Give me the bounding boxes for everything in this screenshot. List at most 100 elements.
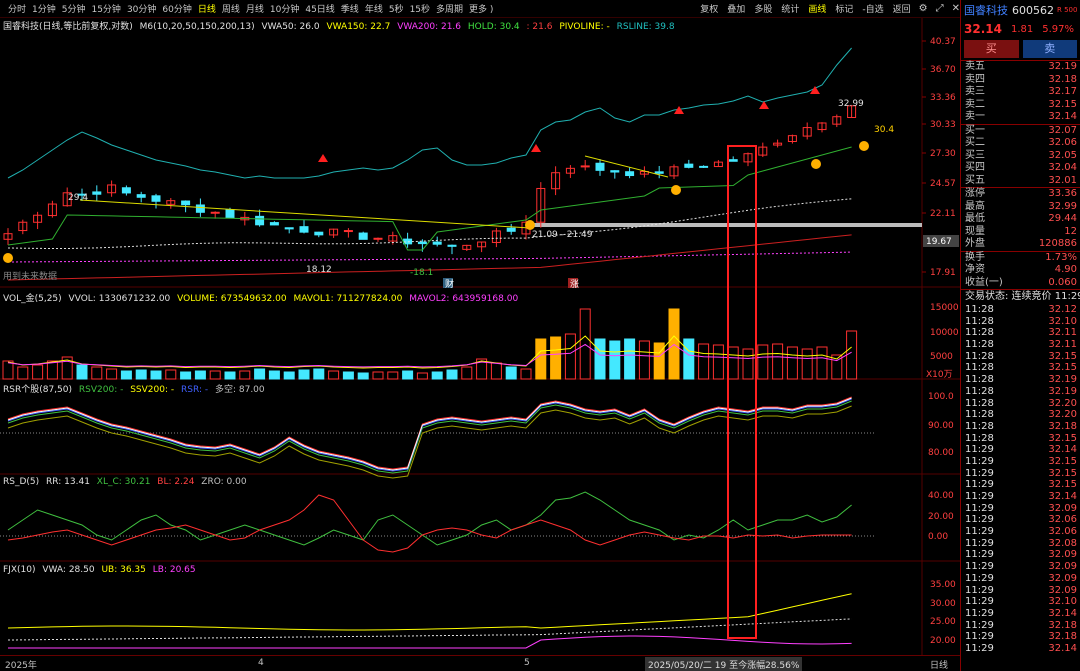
tick-time: 11:29 — [965, 619, 994, 631]
tick-price: 32.09 — [1048, 502, 1077, 514]
quote-row: 收益(一) 0.060 — [961, 277, 1080, 290]
candle-body — [151, 195, 161, 202]
candle-body — [684, 163, 694, 168]
tick-price: 32.11 — [1048, 327, 1077, 339]
tick-time: 11:29 — [965, 514, 994, 526]
rsd-y-tick: 0.00 — [928, 532, 948, 542]
rsr-y-tick: 80.00 — [928, 448, 954, 458]
tick-time: 11:29 — [965, 596, 994, 608]
volume-bar — [46, 360, 58, 380]
signal-up-icon — [759, 101, 769, 109]
annotation-low1: 18.12 — [306, 265, 332, 275]
tick-time: 11:29 — [965, 572, 994, 584]
tick-price: 32.19 — [1048, 374, 1077, 386]
volume-bar — [564, 333, 576, 380]
fjx-lb-line — [8, 635, 852, 649]
row-label: 涨停 — [965, 188, 985, 199]
quote-row: 卖三 32.17 — [961, 86, 1080, 99]
bid-levels: 买一 32.07 买二 32.06 买三 32.05 买四 32.04 买五 32.01 — [961, 125, 1080, 188]
rsd-legend: RS_D(5) RR: 13.41 XL_C: 30.21 BL: 2.24 Z… — [3, 477, 251, 487]
rsd-y-tick: 20.00 — [928, 512, 954, 522]
volume-bar — [624, 338, 636, 380]
volume-label: VOLUME: 673549632.00 — [177, 294, 287, 304]
quote-row: 现量 12 — [961, 226, 1080, 239]
tick-price: 32.12 — [1048, 304, 1077, 315]
volume-bar — [490, 362, 502, 380]
rsd-title: RS_D(5) — [3, 477, 40, 487]
row-value: 33.36 — [1048, 188, 1077, 199]
candle-body — [373, 237, 383, 240]
tick-row: 11:29 32.18 — [961, 620, 1080, 632]
hold-circle-icon — [811, 159, 821, 169]
tick-time: 11:29 — [965, 631, 994, 643]
tick-row: 11:29 32.08 — [961, 538, 1080, 550]
tick-price: 32.14 — [1048, 607, 1077, 619]
trade-buttons: 买 卖 — [961, 38, 1080, 60]
volume-bar — [727, 346, 739, 380]
volume-bar — [742, 348, 754, 380]
volume-bar — [76, 364, 88, 380]
tick-row: 11:29 32.09 — [961, 561, 1080, 573]
axis-label-may: 5 — [524, 658, 530, 668]
zhang-marker: 涨 — [570, 279, 579, 290]
vol-y-tick: 10000 — [930, 328, 959, 338]
main-y-tick: 24.57 — [930, 179, 956, 189]
candle-body — [432, 241, 442, 245]
stock-name: 国睿科技 — [964, 4, 1008, 17]
row-value: 32.19 — [1048, 61, 1077, 72]
tick-row: 11:29 32.14 — [961, 643, 1080, 655]
tick-time: 11:29 — [965, 455, 994, 467]
candle-body — [225, 209, 235, 219]
crosshair-date-box: 2025/05/20/二 19 至今涨幅28.56% — [645, 657, 803, 671]
volume-bar — [446, 369, 458, 380]
tick-time: 11:29 — [965, 502, 994, 514]
candle-body — [92, 191, 102, 195]
row-value: 32.05 — [1048, 149, 1077, 161]
range-band — [530, 223, 922, 227]
fjx-y-tick: 25.00 — [930, 617, 956, 627]
volume-bar — [846, 330, 858, 380]
volume-bar — [342, 371, 354, 380]
row-label: 最高 — [965, 200, 985, 212]
row-value: 32.04 — [1048, 162, 1077, 173]
trade-status: 交易状态: 连续竞价 11:29 — [965, 291, 1080, 302]
fjx-title: FJX(10) — [3, 565, 36, 575]
annotation-hold: 30.4 — [874, 125, 894, 135]
tick-row: 11:28 32.11 — [961, 327, 1080, 339]
tick-price: 32.09 — [1048, 572, 1077, 584]
xlc-label: XL_C: 30.21 — [96, 477, 151, 487]
fjx-y-tick: 35.00 — [930, 580, 956, 590]
tick-time: 11:28 — [965, 409, 994, 421]
main-y-tick: 33.36 — [930, 93, 956, 103]
row-value: 32.01 — [1048, 174, 1077, 186]
volume-bar — [298, 369, 310, 380]
tick-row: 11:29 32.10 — [961, 596, 1080, 608]
zro-label: ZRO: 0.00 — [201, 477, 247, 487]
row-label: 卖三 — [965, 86, 985, 97]
sell-button[interactable]: 卖 — [1022, 40, 1077, 58]
tick-price: 32.15 — [1048, 455, 1077, 467]
rsd-red-line — [7, 494, 852, 553]
candle-body — [343, 230, 353, 233]
buy-button[interactable]: 买 — [964, 40, 1019, 58]
tick-list[interactable]: 11:28 32.12 11:28 32.10 11:28 32.11 11:28 32.11… — [961, 304, 1080, 655]
tick-time: 11:29 — [965, 444, 994, 456]
tick-time: 11:29 — [965, 491, 994, 502]
row-label: 净资 — [965, 264, 985, 275]
vol-unit: X10万 — [926, 370, 953, 380]
rsr-blue-line — [7, 398, 852, 472]
volume-bar — [535, 338, 547, 380]
row-label: 外盘 — [965, 238, 985, 249]
quote-row: 买一 32.07 — [961, 125, 1080, 138]
quote-header: 国睿科技 600562 R 500 — [961, 0, 1080, 20]
tick-row: 11:28 32.15 — [961, 362, 1080, 374]
duokong-label: 多空: 87.00 — [214, 385, 265, 395]
quote-stats2: 换手 1.73% 净资 4.90 收益(一) 0.060 — [961, 252, 1080, 290]
tick-price: 32.09 — [1048, 584, 1077, 596]
candle-body — [403, 238, 413, 245]
volume-bar — [224, 371, 236, 380]
tick-time: 11:28 — [965, 304, 994, 315]
hold-circle-icon — [671, 185, 681, 195]
volume-bar — [313, 368, 325, 380]
hold-circle-icon — [525, 220, 535, 230]
